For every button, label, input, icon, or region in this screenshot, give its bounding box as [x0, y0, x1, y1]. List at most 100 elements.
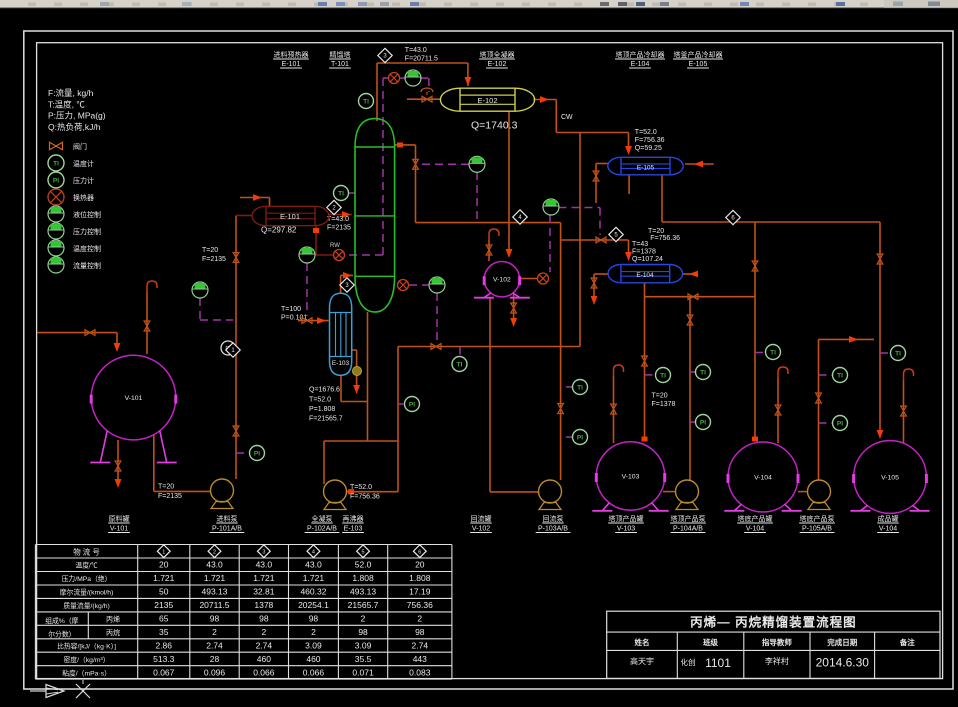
svg-text:2: 2 [361, 614, 366, 624]
svg-text:物 流 号: 物 流 号 [73, 547, 100, 557]
svg-text:温度控制: 温度控制 [73, 244, 101, 253]
svg-text:阀门: 阀门 [73, 142, 87, 151]
svg-text:指导教师: 指导教师 [762, 637, 792, 647]
svg-text:2.86: 2.86 [155, 640, 172, 650]
svg-text:V-103: V-103 [617, 526, 635, 533]
svg-text:TI: TI [700, 370, 706, 377]
svg-text:0.071: 0.071 [352, 667, 374, 677]
svg-text:换热器: 换热器 [73, 193, 94, 202]
svg-text:2.74: 2.74 [412, 640, 429, 650]
svg-text:52.0: 52.0 [355, 560, 372, 570]
svg-text:姓名: 姓名 [634, 637, 650, 647]
svg-text:1.721: 1.721 [153, 573, 175, 583]
svg-text:精馏塔: 精馏塔 [330, 50, 351, 59]
svg-text:2: 2 [213, 549, 216, 555]
svg-text:高天宇: 高天宇 [630, 656, 654, 666]
svg-text:2014.6.30: 2014.6.30 [816, 656, 870, 670]
svg-text:T=20: T=20 [202, 247, 218, 254]
svg-text:460: 460 [257, 654, 271, 664]
svg-text:460.32: 460.32 [300, 587, 326, 597]
svg-text:513.3: 513.3 [153, 654, 175, 664]
svg-text:20254.1: 20254.1 [298, 600, 329, 610]
svg-text:F=756.36: F=756.36 [635, 137, 665, 144]
svg-text:P-101A/B: P-101A/B [212, 526, 242, 533]
svg-text:Q:热负荷,kJ/h: Q:热负荷,kJ/h [48, 122, 101, 132]
svg-text:T-101: T-101 [331, 61, 349, 68]
svg-text:温度计: 温度计 [73, 159, 94, 168]
svg-text:35.5: 35.5 [355, 654, 372, 664]
svg-text:化创: 化创 [681, 657, 696, 667]
svg-text:1101: 1101 [705, 656, 731, 670]
svg-text:PI: PI [254, 451, 260, 458]
svg-text:流量控制: 流量控制 [73, 261, 101, 270]
svg-text:回流罐: 回流罐 [471, 514, 492, 523]
svg-text:6: 6 [418, 549, 421, 555]
svg-text:98: 98 [358, 627, 368, 637]
svg-text:50: 50 [159, 587, 169, 597]
svg-text:V-104: V-104 [746, 526, 764, 533]
svg-text:E-102: E-102 [488, 61, 507, 68]
svg-text:3.09: 3.09 [355, 640, 372, 650]
svg-text:丙烯: 丙烯 [106, 615, 120, 624]
svg-text:P-102A/B: P-102A/B [307, 526, 337, 533]
svg-text:17.19: 17.19 [409, 587, 431, 597]
svg-text:P-103A/B: P-103A/B [538, 526, 568, 533]
svg-text:E-101: E-101 [282, 61, 301, 68]
svg-text:98: 98 [309, 614, 319, 624]
svg-text:2: 2 [311, 627, 316, 637]
svg-text:回流泵: 回流泵 [543, 514, 564, 523]
svg-text:2: 2 [417, 614, 422, 624]
svg-text:V-102: V-102 [472, 526, 490, 533]
svg-text:密度/（kg/m³）: 密度/（kg/m³） [64, 655, 110, 664]
svg-text:F=1378: F=1378 [652, 401, 676, 408]
svg-text:塔底产品泵: 塔底产品泵 [800, 514, 835, 523]
svg-text:T:温度, ℃: T:温度, ℃ [48, 100, 85, 110]
svg-text:TI: TI [338, 191, 344, 198]
svg-text:Q=1740.3: Q=1740.3 [471, 120, 518, 132]
svg-text:原料罐: 原料罐 [109, 514, 130, 523]
svg-text:98: 98 [259, 614, 269, 624]
svg-text:PI: PI [700, 420, 706, 427]
svg-text:TI: TI [660, 373, 666, 380]
svg-text:43.0: 43.0 [256, 560, 273, 570]
svg-text:P-105A/B: P-105A/B [802, 526, 832, 533]
svg-text:丙烷: 丙烷 [106, 628, 120, 637]
svg-text:T=20: T=20 [652, 393, 668, 400]
svg-text:2: 2 [212, 627, 217, 637]
svg-text:完成日期: 完成日期 [827, 637, 857, 647]
svg-text:F=2135: F=2135 [202, 256, 226, 263]
svg-text:压力/MPa（绝）: 压力/MPa（绝） [62, 574, 112, 583]
svg-text:T=43.0: T=43.0 [405, 47, 427, 54]
svg-text:0.096: 0.096 [204, 667, 226, 677]
svg-text:丙烯— 丙烷精馏装置流程图: 丙烯— 丙烷精馏装置流程图 [690, 615, 856, 630]
svg-text:塔顶产品冷却器: 塔顶产品冷却器 [616, 50, 665, 59]
svg-text:98: 98 [210, 614, 220, 624]
svg-text:V-102: V-102 [493, 277, 511, 284]
svg-text:T=52.0: T=52.0 [635, 129, 657, 136]
svg-text:493.13: 493.13 [202, 587, 228, 597]
svg-text:TI: TI [457, 362, 463, 369]
svg-text:Q=297.82: Q=297.82 [261, 226, 297, 235]
svg-text:43.0: 43.0 [305, 560, 322, 570]
svg-text:塔顶产品泵: 塔顶产品泵 [671, 514, 706, 523]
svg-text:F=21565.7: F=21565.7 [309, 416, 343, 423]
svg-text:PI: PI [577, 435, 583, 442]
svg-text:Q=59.25: Q=59.25 [635, 145, 662, 152]
svg-text:1.721: 1.721 [303, 573, 325, 583]
svg-text:PI: PI [53, 178, 59, 185]
svg-text:V-101: V-101 [125, 395, 143, 402]
svg-text:0.083: 0.083 [409, 667, 431, 677]
svg-text:T=43: T=43 [632, 241, 648, 248]
svg-text:CW: CW [561, 114, 573, 121]
svg-text:成品罐: 成品罐 [878, 514, 899, 523]
svg-text:PI: PI [837, 421, 843, 428]
svg-text:20: 20 [415, 560, 425, 570]
svg-text:塔顶产品罐: 塔顶产品罐 [609, 514, 644, 523]
svg-text:E-103: E-103 [332, 360, 350, 367]
svg-text:E-101: E-101 [280, 212, 300, 221]
svg-text:2135: 2135 [154, 600, 173, 610]
svg-text:V-104: V-104 [879, 526, 897, 533]
svg-text:TI: TI [53, 161, 59, 168]
svg-text:P=1.808: P=1.808 [309, 406, 335, 413]
svg-text:43.0: 43.0 [206, 560, 223, 570]
